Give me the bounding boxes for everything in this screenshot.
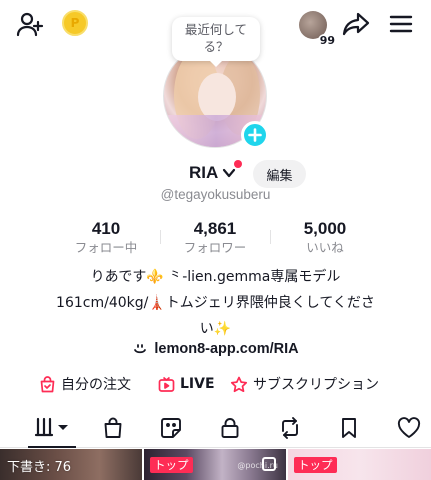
status-prompt-bubble[interactable]: 最近何して る？ (172, 17, 260, 67)
live-tv-icon (158, 376, 175, 392)
draft-count-label: 下書き: 76 (7, 460, 72, 475)
share-icon[interactable] (340, 8, 372, 40)
draft-video-tile[interactable]: 下書き: 76 (0, 449, 142, 480)
content-tabs (0, 408, 431, 448)
avatar-photo-part (198, 73, 236, 121)
stat-following[interactable]: 410 フォロー中 (51, 219, 161, 257)
tab-repost[interactable] (273, 408, 307, 448)
tab-stickers[interactable] (154, 408, 188, 448)
lock-icon (221, 418, 239, 438)
add-friend-icon[interactable] (14, 8, 46, 40)
video-grid-icon (34, 417, 68, 437)
bio-line: 161cm/40kg/🗼トムジェリ界隈仲良くしてくださ (56, 295, 375, 311)
photo-carousel-icon (262, 457, 276, 471)
link-icon (134, 344, 147, 354)
stat-following-label: フォロー中 (74, 240, 138, 255)
coin-symbol: P (70, 16, 80, 30)
chevron-down-icon[interactable] (222, 166, 236, 180)
profile-actions: 自分の注文 LIVE サブスクリプション (0, 372, 431, 396)
stat-likes[interactable]: 5,000 いいね (270, 219, 380, 257)
stat-followers-label: フォロワー (183, 240, 247, 255)
name-row: RIA 編集 (0, 160, 431, 188)
subscription-button[interactable]: サブスクリプション (230, 372, 379, 396)
bio-link-text[interactable]: lemon8-app.com/RIA (154, 341, 298, 357)
username[interactable]: RIA (189, 163, 218, 183)
edit-profile-button[interactable]: 編集 (253, 160, 306, 188)
video-tile[interactable]: トップ @pochi.ru (144, 449, 286, 480)
live-label: LIVE (180, 376, 215, 392)
status-prompt-text: 最近何して る？ (184, 22, 248, 54)
video-grid: 下書き: 76 トップ @pochi.ru トップ (0, 449, 431, 480)
stat-likes-label: いいね (306, 240, 344, 255)
tab-saved[interactable] (332, 408, 366, 448)
live-button[interactable]: LIVE (158, 372, 215, 396)
my-orders-label: 自分の注文 (61, 377, 131, 393)
subscription-star-icon (230, 376, 248, 392)
sticker-icon (161, 418, 181, 438)
shopping-bag-icon (40, 375, 55, 392)
coin-icon[interactable]: P (62, 10, 88, 36)
video-tile[interactable]: トップ (288, 449, 431, 480)
bookmark-icon (342, 418, 356, 438)
tab-videos[interactable] (28, 408, 76, 448)
user-handle: @tegayokusuberu (160, 187, 271, 202)
stat-followers-value: 4,861 (193, 219, 237, 238)
bio-line: りあです⚜️ ⺀-lien.gemma専属モデル (90, 269, 341, 285)
shop-bag-icon (104, 417, 122, 438)
repost-icon (282, 417, 298, 439)
stat-followers[interactable]: 4,861 フォロワー (160, 219, 270, 257)
tab-private[interactable] (213, 408, 247, 448)
story-count-badge: 99 (317, 34, 337, 47)
pinned-badge: トップ (150, 457, 193, 473)
tab-shop[interactable] (96, 408, 130, 448)
subscription-label: サブスクリプション (253, 377, 379, 393)
profile-bio: りあです⚜️ ⺀-lien.gemma専属モデル 161cm/40kg/🗼トムジ… (30, 264, 401, 342)
heart-icon (397, 417, 421, 438)
stat-following-value: 410 (91, 219, 121, 238)
my-orders-button[interactable]: 自分の注文 (39, 372, 131, 396)
bio-link[interactable]: lemon8-app.com/RIA (0, 338, 431, 360)
add-story-plus-icon[interactable] (241, 121, 269, 149)
tab-liked[interactable] (392, 408, 426, 448)
story-avatar[interactable]: 99 (299, 11, 337, 47)
stat-likes-value: 5,000 (303, 219, 347, 238)
notification-dot (234, 160, 242, 168)
pinned-badge: トップ (294, 457, 337, 473)
menu-icon[interactable] (386, 8, 416, 40)
